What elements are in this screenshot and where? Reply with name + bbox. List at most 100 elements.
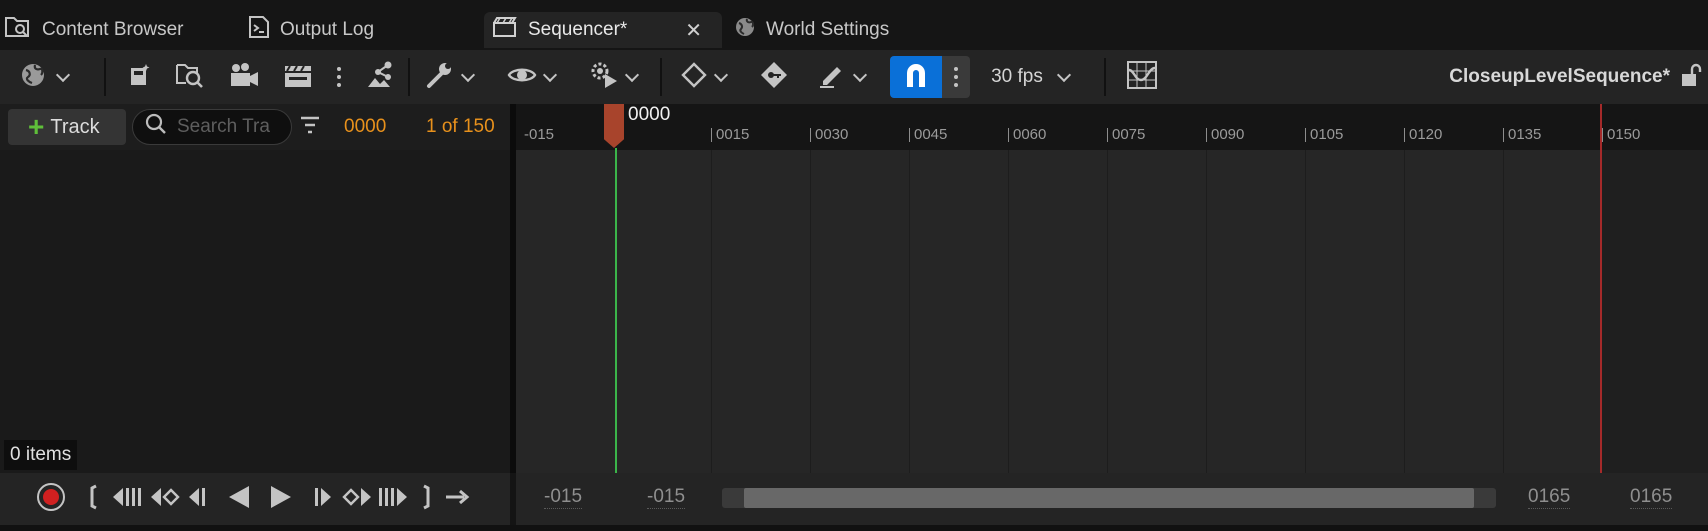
curve-editor-button[interactable] (1124, 50, 1160, 104)
jump-end-icon (419, 484, 433, 515)
toolbar-separator (660, 58, 662, 96)
filter-icon (299, 116, 321, 139)
current-frame-field[interactable]: 0000 (344, 104, 386, 150)
more-options-button[interactable] (330, 50, 348, 104)
ruler-tick: 0030 (810, 127, 848, 142)
bottom-separator (510, 473, 516, 531)
key-dropdown[interactable] (674, 50, 732, 104)
playback-end-marker[interactable] (1600, 104, 1602, 473)
next-key-button[interactable] (340, 473, 374, 525)
camera-icon (228, 61, 260, 94)
lock-button[interactable] (1678, 50, 1704, 104)
working-range-end[interactable]: 0165 (1528, 486, 1571, 509)
grid-line (909, 150, 910, 473)
unlock-icon (1680, 62, 1702, 93)
snap-toggle[interactable] (890, 56, 942, 98)
chevron-down-icon (460, 67, 476, 82)
jump-start-icon (87, 484, 101, 515)
add-track-button[interactable]: + Track (8, 109, 126, 145)
frame-count: 1 of 150 (426, 104, 495, 150)
tab-label: Output Log (280, 19, 375, 40)
ruler-tick: 0075 (1107, 127, 1145, 142)
magnet-icon (903, 61, 929, 94)
chevron-down-icon (713, 67, 729, 82)
toolbar-separator (408, 58, 410, 96)
clapperboard-button[interactable] (280, 50, 316, 104)
ruler-tick: 0150 (1602, 127, 1640, 142)
tab-content-browser[interactable]: Content Browser (4, 12, 184, 48)
edit-mode-dropdown[interactable] (812, 50, 870, 104)
timeline-area[interactable] (516, 150, 1708, 473)
track-list-panel (0, 150, 510, 473)
ruler-tick: 0090 (1206, 127, 1244, 142)
view-range-start[interactable]: -015 (544, 486, 583, 509)
track-search-input[interactable]: Search Tra (132, 109, 292, 145)
out-of-range-zone (1601, 150, 1708, 473)
scrollbar-thumb[interactable] (744, 488, 1474, 508)
globe-icon (734, 16, 756, 44)
close-icon[interactable]: ✕ (685, 18, 702, 43)
play-icon (269, 484, 293, 515)
world-dropdown[interactable] (14, 50, 74, 104)
tools-dropdown[interactable] (420, 50, 478, 104)
tab-output-log[interactable]: Output Log (248, 12, 374, 48)
key-lock-icon (759, 60, 789, 95)
arrow-right-icon (444, 487, 470, 512)
view-options-dropdown[interactable] (502, 50, 560, 104)
hierarchy-icon (364, 60, 396, 95)
camera-button[interactable] (226, 50, 262, 104)
prev-key-icon (149, 485, 181, 514)
grid-line (711, 150, 712, 473)
playhead-label: 0000 (628, 104, 671, 125)
items-count-label: 0 items (10, 444, 72, 465)
bottom-strip (0, 525, 1708, 531)
auto-key-button[interactable] (756, 50, 792, 104)
next-frame-button[interactable] (376, 473, 410, 525)
diamond-key-icon (680, 61, 708, 94)
sequence-name: CloseupLevelSequence* (1420, 50, 1670, 104)
ruler-tick: 0135 (1503, 127, 1541, 142)
fps-dropdown[interactable]: 30 fps (980, 50, 1080, 104)
eye-icon (507, 64, 537, 91)
chevron-down-icon (55, 67, 71, 82)
loop-mode-button[interactable] (442, 473, 472, 525)
previous-frame-button[interactable] (110, 473, 144, 525)
find-in-browser-button[interactable] (172, 50, 208, 104)
previous-key-button[interactable] (148, 473, 182, 525)
next-key-icon (341, 485, 373, 514)
step-forward-button[interactable] (308, 473, 334, 525)
more-vertical-icon (954, 67, 958, 87)
search-placeholder: Search Tra (177, 116, 270, 137)
view-range-end[interactable]: 0165 (1630, 486, 1673, 509)
snap-options-button[interactable] (942, 56, 970, 98)
sequence-name-label: CloseupLevelSequence* (1449, 66, 1670, 87)
jump-to-end-button[interactable] (416, 473, 436, 525)
chevron-down-icon (624, 67, 640, 82)
tab-sequencer[interactable]: Sequencer* ✕ (484, 12, 722, 48)
play-button[interactable] (266, 473, 296, 525)
play-reverse-icon (227, 484, 251, 515)
record-button[interactable] (34, 473, 68, 525)
save-button[interactable] (124, 50, 158, 104)
tab-label: Content Browser (42, 19, 184, 40)
working-range-start[interactable]: -015 (647, 486, 686, 509)
clapperboard-icon (282, 61, 314, 94)
jump-to-start-button[interactable] (84, 473, 104, 525)
step-back-button[interactable] (186, 473, 212, 525)
playhead-handle[interactable] (604, 104, 624, 148)
play-reverse-button[interactable] (224, 473, 254, 525)
grid-line (1404, 150, 1405, 473)
tab-label: Sequencer* (528, 19, 628, 40)
filter-button[interactable] (298, 104, 322, 150)
folder-search-icon (175, 61, 205, 94)
fps-label: 30 fps (991, 66, 1043, 87)
tab-world-settings[interactable]: World Settings (734, 12, 889, 48)
playback-options-dropdown[interactable] (584, 50, 642, 104)
grid-line (1305, 150, 1306, 473)
items-count: 0 items (4, 440, 78, 470)
chevron-down-icon (1056, 67, 1071, 82)
hierarchy-button[interactable] (362, 50, 398, 104)
tab-label: World Settings (766, 19, 890, 40)
time-ruler[interactable]: -015 0015 0030 0045 0060 0075 0090 0105 … (516, 104, 1708, 150)
step-back-icon (111, 485, 143, 514)
